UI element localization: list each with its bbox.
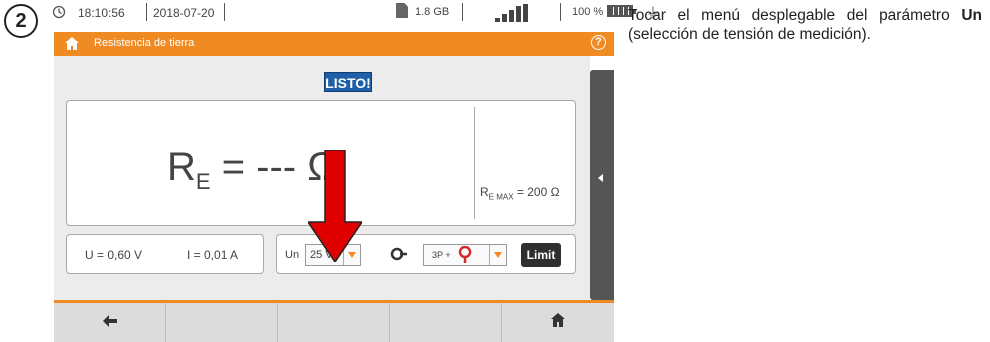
instruction-bold: Un [961, 7, 982, 24]
clamp-mode-icon [458, 245, 472, 268]
result-limit: RE MAX = 200 Ω [480, 185, 560, 201]
measurement-mode-dropdown[interactable]: 3P + [423, 244, 507, 266]
title-bar: Resistencia de tierra ? [54, 32, 614, 56]
status-divider [560, 3, 561, 21]
nav-button-empty[interactable] [166, 303, 278, 342]
bottom-navigation [54, 300, 614, 342]
screen-title: Resistencia de tierra [94, 37, 195, 49]
status-bar: 18:10:56 2018-07-20 1.8 GB 100 % ⏚ [50, 0, 660, 26]
limit-button[interactable]: Limit [521, 243, 561, 267]
home-icon [550, 312, 566, 333]
home-icon[interactable] [64, 36, 80, 52]
back-icon [102, 314, 117, 332]
home-button[interactable] [502, 303, 614, 342]
clock-icon [52, 5, 66, 22]
limit-symbol: R [480, 185, 489, 199]
status-date: 2018-07-20 [153, 6, 215, 20]
result-divider [474, 107, 475, 219]
step-number-badge: 2 [4, 4, 38, 38]
limit-subscript: E MAX [488, 192, 514, 202]
storage-text: 1.8 GB [415, 6, 450, 18]
back-button[interactable] [54, 303, 166, 342]
status-badge: LISTO! [324, 72, 372, 92]
nav-button-empty[interactable] [390, 303, 502, 342]
clamp-icon [390, 246, 408, 267]
un-label: Un [285, 249, 300, 261]
chevron-left-icon [598, 174, 603, 182]
instruction-part1: Tocar el menú desplegable del parámetro [628, 7, 962, 24]
status-divider [462, 3, 463, 21]
instruction-text: Tocar el menú desplegable del parámetro … [628, 6, 982, 44]
nav-button-empty[interactable] [278, 303, 390, 342]
result-symbol: R [167, 145, 196, 189]
pointer-arrow [308, 150, 362, 262]
result-subscript: E [195, 169, 211, 194]
status-divider [224, 3, 225, 21]
mode-value: 3P + [432, 250, 451, 260]
sd-card-icon [396, 3, 408, 18]
limit-value: = 200 Ω [513, 185, 560, 199]
status-time: 18:10:56 [78, 6, 125, 20]
current-reading: I = 0,01 A [187, 248, 239, 262]
side-panel-toggle[interactable] [590, 70, 614, 300]
instruction-part2: (selección de tensión de medición). [628, 26, 871, 43]
help-icon[interactable]: ? [591, 35, 606, 50]
voltage-current-readout: U = 0,60 V I = 0,01 A [66, 234, 264, 274]
voltage-reading: U = 0,60 V [85, 248, 143, 262]
signal-icon [495, 4, 535, 22]
battery-percent-text: 100 % [572, 6, 604, 18]
chevron-down-icon[interactable] [489, 245, 506, 265]
status-divider [146, 3, 147, 21]
